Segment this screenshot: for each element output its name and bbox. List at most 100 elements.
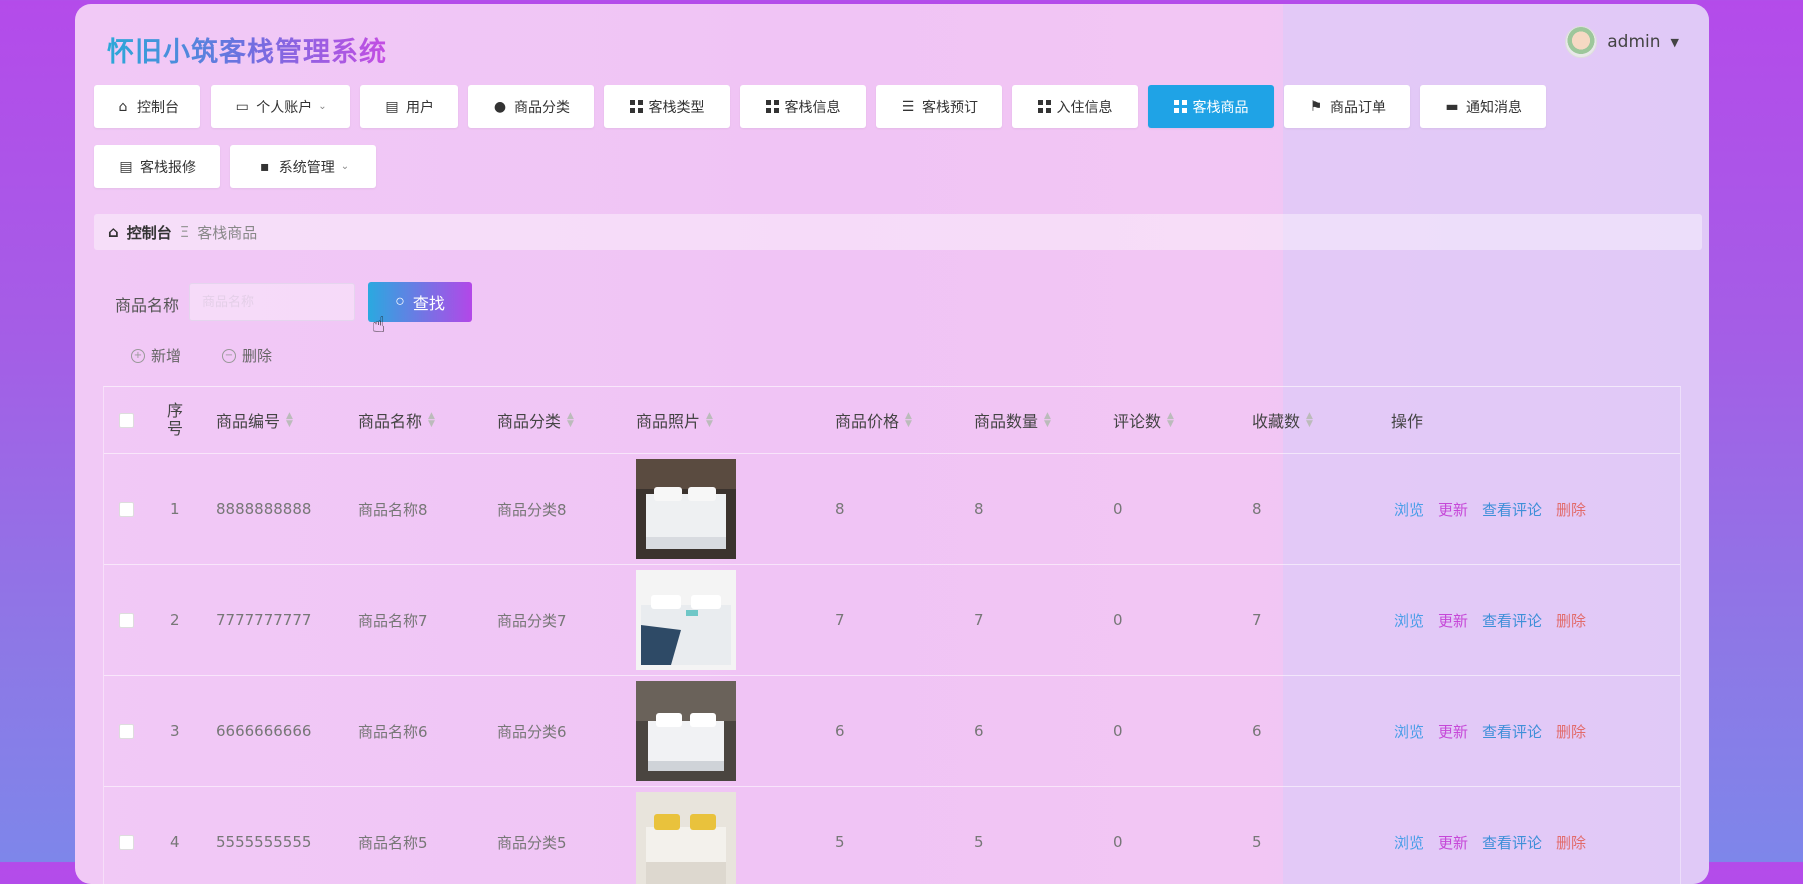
product-photo[interactable] (636, 565, 736, 675)
user-menu[interactable]: admin ▼ (1565, 26, 1679, 58)
header-index: 序号 (166, 387, 186, 453)
nav-product-category[interactable]: ● 商品分类 (468, 85, 594, 128)
nav-label: 客栈报修 (140, 159, 196, 176)
product-photo[interactable] (636, 787, 736, 884)
header-comments[interactable]: 评论数 ▲ ▼ (1113, 387, 1174, 453)
breadcrumb-home[interactable]: 控制台 (127, 222, 172, 243)
grid-icon (1037, 100, 1051, 113)
header-text: 商品数量 (974, 412, 1039, 431)
products-table: 序号 商品编号 ▲ ▼ 商品名称 ▲ ▼ 商品分类 ▲ ▼ 商品照片 ▲ ▼ 商品价格 ▲ ▼ 商品… (103, 386, 1681, 884)
sort-icon[interactable]: ▲ ▼ (706, 412, 713, 429)
comments-link[interactable]: 查看评论 (1482, 832, 1542, 853)
nav-inn-type[interactable]: 客栈类型 (604, 85, 730, 128)
nav-label: 通知消息 (1466, 99, 1522, 116)
header-category[interactable]: 商品分类 ▲ ▼ (497, 387, 574, 453)
row-checkbox[interactable] (119, 454, 134, 564)
row-actions: 浏览 更新 查看评论 删除 (1394, 787, 1586, 884)
table-row: 3 6666666666 商品名称6 商品分类6 6 6 0 6 浏览 更新 查… (104, 676, 1680, 787)
add-button[interactable]: + 新增 (131, 345, 181, 366)
nav-system-management[interactable]: ▪ 系统管理 ⌄ (230, 145, 376, 188)
cell-name: 商品名称7 (358, 611, 428, 630)
avatar[interactable] (1565, 26, 1598, 58)
nav-label: 控制台 (137, 99, 179, 116)
cell-index: 3 (170, 722, 180, 740)
nav-inn-repair[interactable]: ▤ 客栈报修 (94, 145, 220, 188)
comments-link[interactable]: 查看评论 (1482, 610, 1542, 631)
sort-icon[interactable]: ▲ ▼ (1306, 412, 1313, 429)
select-all-checkbox[interactable] (119, 387, 134, 453)
view-link[interactable]: 浏览 (1394, 721, 1424, 742)
cell-index: 4 (170, 833, 180, 851)
breadcrumb: ⌂ 控制台 Ξ 客栈商品 (94, 214, 1702, 250)
cell-favorites: 6 (1252, 722, 1262, 740)
sort-icon[interactable]: ▲ ▼ (428, 412, 435, 429)
search-label: 商品名称 (115, 296, 180, 315)
clipboard-icon: ▤ (119, 158, 133, 175)
view-link[interactable]: 浏览 (1394, 499, 1424, 520)
search-input[interactable] (189, 283, 355, 321)
header-favorites[interactable]: 收藏数 ▲ ▼ (1252, 387, 1313, 453)
cell-name: 商品名称6 (358, 722, 428, 741)
delete-link[interactable]: 删除 (1556, 499, 1586, 520)
cell-comments: 0 (1113, 500, 1123, 518)
row-checkbox[interactable] (119, 787, 134, 884)
nav-notifications[interactable]: ▬ 通知消息 (1420, 85, 1546, 128)
view-link[interactable]: 浏览 (1394, 610, 1424, 631)
row-checkbox[interactable] (119, 565, 134, 675)
update-link[interactable]: 更新 (1438, 721, 1468, 742)
sort-icon[interactable]: ▲ ▼ (905, 412, 912, 429)
home-icon[interactable]: ⌂ (108, 223, 119, 241)
row-checkbox[interactable] (119, 676, 134, 786)
header-name[interactable]: 商品名称 ▲ ▼ (358, 387, 435, 453)
header-quantity[interactable]: 商品数量 ▲ ▼ (974, 387, 1051, 453)
breadcrumb-current: 客栈商品 (197, 223, 258, 242)
clipboard-icon: ▤ (385, 98, 399, 115)
header-price[interactable]: 商品价格 ▲ ▼ (835, 387, 912, 453)
table-header: 序号 商品编号 ▲ ▼ 商品名称 ▲ ▼ 商品分类 ▲ ▼ 商品照片 ▲ ▼ 商品价格 ▲ ▼ 商品… (104, 387, 1680, 454)
delete-link[interactable]: 删除 (1556, 721, 1586, 742)
wallet-icon: ▭ (235, 98, 249, 115)
header-text: 商品分类 (497, 412, 562, 431)
nav-inn-info[interactable]: 客栈信息 (740, 85, 866, 128)
view-link[interactable]: 浏览 (1394, 832, 1424, 853)
nav-personal-account[interactable]: ▭ 个人账户 ⌄ (211, 85, 350, 128)
nav-label: 入住信息 (1056, 99, 1113, 116)
cell-name: 商品名称8 (358, 500, 428, 519)
hand-cursor-icon: ☝ (372, 313, 386, 338)
header-photo[interactable]: 商品照片 ▲ ▼ (636, 387, 713, 453)
sort-icon[interactable]: ▲ ▼ (1044, 412, 1051, 429)
update-link[interactable]: 更新 (1438, 610, 1468, 631)
delete-link[interactable]: 删除 (1556, 610, 1586, 631)
product-photo[interactable] (636, 676, 736, 786)
user-name[interactable]: admin (1607, 32, 1660, 52)
cell-price: 5 (835, 833, 845, 851)
update-link[interactable]: 更新 (1438, 499, 1468, 520)
comments-link[interactable]: 查看评论 (1482, 499, 1542, 520)
cell-favorites: 7 (1252, 611, 1262, 629)
nav-inn-products[interactable]: 客栈商品 (1148, 85, 1274, 128)
home-icon: ⌂ (118, 98, 128, 115)
delete-link[interactable]: 删除 (1556, 832, 1586, 853)
caret-down-icon[interactable]: ▼ (1671, 36, 1679, 49)
grid-icon (765, 100, 779, 113)
product-photo[interactable] (636, 454, 736, 564)
sort-icon[interactable]: ▲ ▼ (567, 412, 574, 429)
delete-button[interactable]: − 删除 (222, 345, 272, 366)
cell-quantity: 6 (974, 722, 984, 740)
sort-icon[interactable]: ▲ ▼ (1167, 412, 1174, 429)
table-row: 1 8888888888 商品名称8 商品分类8 8 8 0 8 浏览 更新 查… (104, 454, 1680, 565)
nav-inn-booking[interactable]: ☰ 客栈预订 (876, 85, 1002, 128)
nav-dashboard[interactable]: ⌂ 控制台 (94, 85, 200, 128)
nav-users[interactable]: ▤ 用户 (360, 85, 458, 128)
header-code[interactable]: 商品编号 ▲ ▼ (216, 387, 293, 453)
bed-photo-image (636, 681, 736, 781)
sort-icon[interactable]: ▲ ▼ (286, 412, 293, 429)
update-link[interactable]: 更新 (1438, 832, 1468, 853)
nav-product-orders[interactable]: ⚑ 商品订单 (1284, 85, 1410, 128)
nav-checkin-info[interactable]: 入住信息 (1012, 85, 1138, 128)
nav-label: 客栈商品 (1192, 99, 1249, 116)
pin-icon: ● (493, 98, 507, 115)
grid-icon (629, 100, 643, 113)
comments-link[interactable]: 查看评论 (1482, 721, 1542, 742)
delete-label: 删除 (242, 347, 273, 365)
